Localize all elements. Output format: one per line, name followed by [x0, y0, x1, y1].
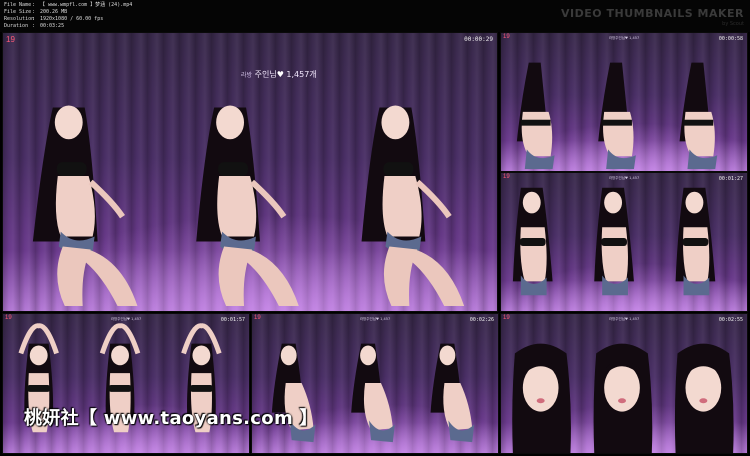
meta-row-filename: File Name: 【 www.wmpfl.com 】梦涵 (24).mp4	[4, 2, 133, 8]
performer-2	[594, 187, 634, 296]
rating-badge: 19	[5, 315, 12, 321]
timecode: 00:00:29	[464, 36, 493, 43]
meta-row-duration: Duration:00:03:25	[4, 23, 65, 29]
stream-overlay: 라방주인님♥ 1,457	[608, 36, 640, 40]
thumbnail-frame-1[interactable]: 19 라방 주인님♥ 1,457개 00:00:29	[2, 32, 498, 312]
performer-figures	[516, 62, 718, 170]
performer-3	[674, 343, 734, 453]
performer-1	[512, 343, 571, 453]
stream-overlay: 라방주인님♥ 1,457	[110, 317, 142, 321]
stream-overlay: 라방주인님♥ 1,457	[608, 176, 640, 180]
performer-3	[361, 105, 465, 307]
timecode: 00:02:26	[469, 317, 494, 323]
performer-3	[430, 343, 475, 443]
rating-badge: 19	[503, 315, 510, 321]
thumbnail-frame-6[interactable]: 19 라방주인님♥ 1,457 00:02:55	[500, 313, 748, 454]
meta-row-resolution: Resolution:1920x1080 / 60.00 fps	[4, 16, 104, 22]
thumbnail-frame-5[interactable]: 19 라방주인님♥ 1,457 00:02:26	[251, 313, 499, 454]
rating-badge: 19	[503, 174, 510, 180]
performer-1	[32, 105, 138, 307]
rating-badge: 19	[503, 34, 510, 40]
thumbnail-frame-2[interactable]: 19 라방주인님♥ 1,457 00:00:58	[500, 32, 748, 172]
brand-title: VIDEO THUMBNAILS MAKER	[561, 7, 744, 20]
performer-3	[675, 187, 716, 296]
meta-row-filesize: File Size:200.26 MB	[4, 9, 68, 15]
info-header: File Name: 【 www.wmpfl.com 】梦涵 (24).mp4 F…	[0, 0, 750, 32]
rating-badge: 19	[254, 315, 261, 321]
performer-2	[351, 343, 395, 443]
brand-subtitle: by Scout	[722, 21, 744, 27]
performer-figures	[512, 343, 734, 453]
timecode: 00:00:58	[718, 36, 743, 42]
performer-1	[516, 62, 555, 170]
brand-logo: VIDEO THUMBNAILS MAKER by Scout	[561, 7, 744, 27]
timecode: 00:01:57	[220, 317, 245, 323]
performer-2	[593, 343, 653, 453]
performer-3	[679, 62, 718, 170]
stream-overlay: 라방주인님♥ 1,457	[359, 317, 391, 321]
performer-figures	[18, 323, 222, 433]
performer-figures	[512, 187, 716, 296]
rating-badge: 19	[6, 35, 15, 44]
performer-2	[196, 105, 299, 307]
performer-figures	[271, 343, 475, 443]
timecode: 00:02:55	[718, 317, 743, 323]
thumbnail-frame-3[interactable]: 19 라방주인님♥ 1,457 00:01:27	[500, 172, 748, 312]
stream-overlay: 라방주인님♥ 1,457	[608, 317, 640, 321]
performer-1	[512, 187, 553, 296]
performer-2	[598, 62, 636, 170]
site-watermark: 桃妍社【 www.taoyans.com 】	[24, 408, 318, 429]
timecode: 00:01:27	[718, 176, 743, 182]
file-metadata: File Name: 【 www.wmpfl.com 】梦涵 (24).mp4 F…	[4, 2, 132, 30]
thumbnail-frame-4[interactable]: 19 라방주인님♥ 1,457 00:01:57	[2, 313, 250, 454]
stream-overlay: 라방 주인님♥ 1,457개	[241, 70, 317, 79]
